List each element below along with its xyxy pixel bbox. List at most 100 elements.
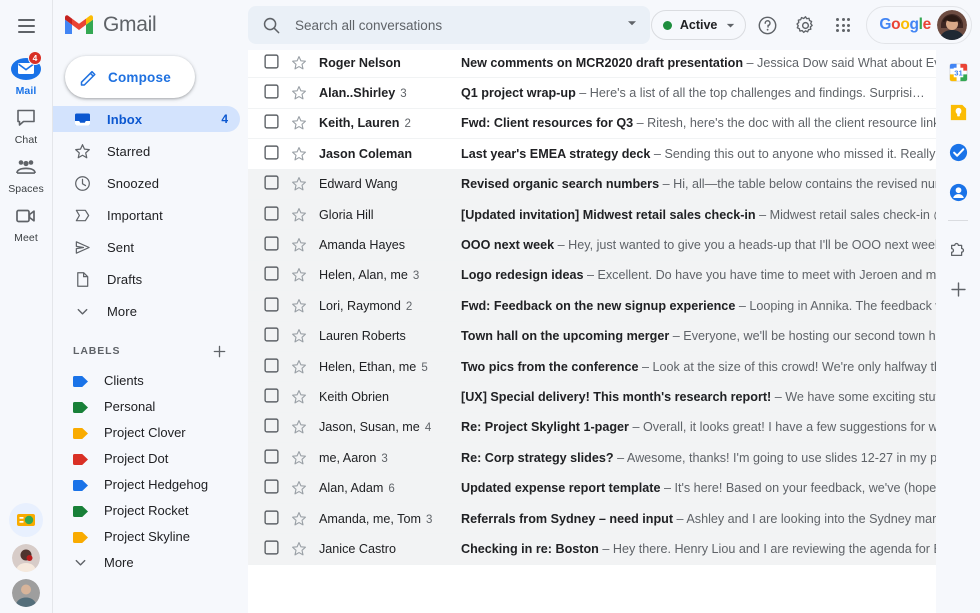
table-row[interactable]: Helen, Alan, me 3 Logo redesign ideas – Ex… [248,260,980,292]
table-row[interactable]: Janice Castro Checking in re: Boston – He… [248,534,980,565]
gmail-brand[interactable]: Gmail [53,0,248,50]
star-icon[interactable] [291,298,307,314]
star-icon[interactable] [291,389,307,405]
svg-text:31: 31 [954,68,963,77]
star-icon[interactable] [291,55,307,71]
label-name: Project Dot [104,450,169,466]
row-checkbox[interactable] [264,236,279,254]
sidebar-label-item[interactable]: Clients [53,368,248,392]
star-icon[interactable] [291,541,307,557]
row-checkbox[interactable] [264,145,279,163]
sidebar-item-more[interactable]: More [53,298,240,324]
table-row[interactable]: Lauren Roberts Town hall on the upcoming … [248,321,980,352]
tasks-icon[interactable] [946,140,970,164]
sidebar-item-important[interactable]: Important [53,202,240,228]
row-checkbox[interactable] [264,114,279,132]
row-checkbox[interactable] [264,84,279,102]
star-icon[interactable] [291,115,307,131]
table-row[interactable]: Amanda Hayes OOO next week – Hey, just wa… [248,230,980,261]
sidebar-item-snoozed[interactable]: Snoozed [53,170,240,196]
star-icon[interactable] [291,267,307,283]
gmail-logo-icon [65,15,93,34]
row-checkbox[interactable] [264,479,279,497]
sidebar-label-item[interactable]: Project Hedgehog [53,472,248,496]
row-sender: Helen, Alan, me 3 [319,268,461,282]
rail-item-spaces[interactable]: Spaces [0,153,52,195]
contacts-icon[interactable] [946,180,970,204]
table-row[interactable]: Alan, Adam 6 Updated expense report templa… [248,473,980,504]
avatar-user-1[interactable] [12,544,40,572]
row-checkbox[interactable] [264,540,279,558]
table-row[interactable]: Lori, Raymond 2 Fwd: Feedback on the new s… [248,291,980,322]
star-icon[interactable] [291,511,307,527]
table-row[interactable]: Amanda, me, Tom 3 Referrals from Sydney – … [248,503,980,535]
table-row[interactable]: me, Aaron 3 Re: Corp strategy slides? – Aw… [248,443,980,474]
row-message: Checking in re: Boston – Hey there. Henr… [461,542,980,556]
row-checkbox[interactable] [264,297,279,315]
star-icon[interactable] [291,480,307,496]
search-options-icon[interactable] [626,16,638,34]
sidebar-label-item[interactable]: Personal [53,394,248,418]
star-icon[interactable] [291,450,307,466]
rail-item-chat[interactable]: Chat [0,104,52,146]
row-checkbox[interactable] [264,266,279,284]
row-checkbox[interactable] [264,175,279,193]
rail-item-meet[interactable]: Meet [0,202,52,244]
table-row[interactable]: Helen, Ethan, me 5 Two pics from the confe… [248,351,980,383]
table-row[interactable]: Roger Nelson New comments on MCR2020 draf… [248,48,980,79]
row-checkbox[interactable] [264,206,279,224]
sidebar-item-sent[interactable]: Sent [53,234,240,260]
row-checkbox[interactable] [264,449,279,467]
rail-item-mail[interactable]: 4 Mail [0,51,52,97]
keep-icon[interactable] [946,100,970,124]
account-chip[interactable]: Google [866,6,972,44]
puzzle-icon[interactable] [946,237,970,261]
row-message: [Updated invitation] Midwest retail sale… [461,208,980,222]
star-icon[interactable] [291,328,307,344]
sidebar-label-item[interactable]: Project Dot [53,446,248,470]
help-button[interactable] [750,8,784,42]
star-icon[interactable] [291,207,307,223]
table-row[interactable]: Keith, Lauren 2 Fwd: Client resources for … [248,108,980,140]
table-row[interactable]: Alan..Shirley 3 Q1 project wrap-up – Here'… [248,78,980,109]
table-row[interactable]: Gloria Hill [Updated invitation] Midwest … [248,199,980,231]
star-icon[interactable] [291,176,307,192]
calendar-icon[interactable]: 31 [946,60,970,84]
sidebar-item-inbox[interactable]: Inbox 4 [53,106,240,132]
compose-label: Compose [108,69,171,85]
row-checkbox[interactable] [264,388,279,406]
sidebar-label-item[interactable]: Project Skyline [53,524,248,548]
plus-icon[interactable] [946,277,970,301]
star-icon[interactable] [291,85,307,101]
settings-button[interactable] [788,8,822,42]
row-snippet-dash: – [669,329,684,344]
row-checkbox[interactable] [264,509,279,528]
labels-more-item[interactable]: More [53,550,248,574]
row-checkbox[interactable] [264,418,279,436]
sidebar-item-starred[interactable]: Starred [53,138,240,164]
sidebar-label-item[interactable]: Project Rocket [53,498,248,522]
plus-icon[interactable] [210,342,228,360]
star-icon[interactable] [291,359,307,375]
row-checkbox[interactable] [264,327,279,345]
table-row[interactable]: Edward Wang Revised organic search number… [248,169,980,200]
contacts-shortcut-icon[interactable] [9,503,43,537]
search-input[interactable]: Search all conversations [248,6,650,44]
star-icon[interactable] [291,237,307,253]
row-checkbox[interactable] [264,54,279,72]
sidebar-item-drafts[interactable]: Drafts [53,266,240,292]
star-icon[interactable] [291,419,307,435]
avatar[interactable] [937,10,967,40]
compose-button[interactable]: Compose [65,56,195,98]
main-menu-icon[interactable] [7,7,45,45]
row-checkbox[interactable] [264,358,279,376]
apps-button[interactable] [826,8,860,42]
row-snippet: Here's a list of all the top challenges … [589,86,925,101]
table-row[interactable]: Keith Obrien [UX] Special delivery! This … [248,382,980,413]
status-badge[interactable]: Active [650,10,747,40]
table-row[interactable]: Jason, Susan, me 4 Re: Project Skylight 1-… [248,412,980,444]
sidebar-label-item[interactable]: Project Clover [53,420,248,444]
table-row[interactable]: Jason Coleman Last year's EMEA strategy d… [248,139,980,170]
star-icon[interactable] [291,146,307,162]
avatar-user-2[interactable] [12,579,40,607]
